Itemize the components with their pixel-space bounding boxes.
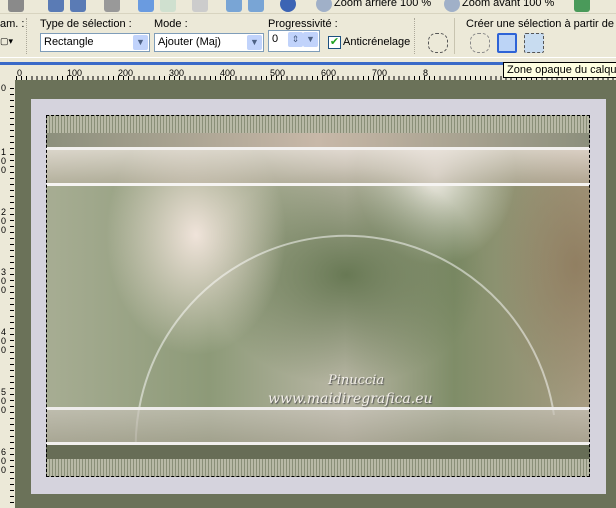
undo-icon[interactable] — [138, 0, 154, 12]
selection-from-mask-icon[interactable] — [470, 33, 490, 53]
ruler-label: 0 — [17, 68, 23, 78]
feather-value: 0 — [272, 33, 279, 45]
zoom-in-button[interactable]: Zoom avant 100 % — [462, 0, 554, 9]
feather-label: Progressivité : — [268, 18, 338, 30]
selection-from-opaque-icon[interactable] — [497, 33, 517, 53]
zoom-in-icon[interactable] — [444, 0, 460, 12]
ruler-label: 8 — [423, 68, 429, 78]
ruler-label: 3 0 0 — [1, 267, 7, 295]
mode-select[interactable]: Ajouter (Maj) ▼ — [154, 33, 264, 52]
antialias-checkbox[interactable]: ✔ — [328, 36, 341, 49]
image-icon[interactable] — [226, 0, 242, 12]
image-alt-icon[interactable] — [248, 0, 264, 12]
ruler-label: 500 — [270, 68, 286, 78]
select-all-icon[interactable] — [428, 33, 448, 53]
divider — [26, 18, 27, 54]
shape-dropdown[interactable]: ▢▾ — [0, 36, 13, 47]
ruler-label: 200 — [118, 68, 134, 78]
document-icon[interactable] — [192, 0, 208, 12]
ruler-label: 600 — [321, 68, 337, 78]
ruler-label: 100 — [67, 68, 83, 78]
info-icon[interactable] — [280, 0, 296, 12]
ruler-label: 300 — [169, 68, 185, 78]
divider — [454, 18, 455, 54]
divider — [414, 18, 415, 54]
redo-icon[interactable] — [160, 0, 176, 12]
selection-type-label: Type de sélection : — [40, 18, 132, 30]
tool-options-bar: am. : ▢▾ Type de sélection : Rectangle ▼ … — [0, 14, 616, 58]
ruler-label: 6 0 0 — [1, 447, 7, 475]
ruler-label: 0 — [1, 83, 7, 93]
chevron-down-icon: ▼ — [247, 35, 262, 50]
spin-icon[interactable]: ⇕ — [288, 32, 303, 47]
selection-type-value: Rectangle — [44, 36, 94, 48]
selection-marquee — [46, 115, 590, 477]
ruler-label: 2 0 0 — [1, 207, 7, 235]
mode-label: Mode : — [154, 18, 188, 30]
feather-stepper[interactable]: 0 ⇕ ▼ — [268, 30, 320, 52]
scanner-icon[interactable] — [8, 0, 24, 12]
ruler-label: 400 — [220, 68, 236, 78]
ruler-label: 4 0 0 — [1, 327, 7, 355]
zoom-out-button[interactable]: Zoom arrière 100 % — [334, 0, 431, 9]
save-as-icon[interactable] — [70, 0, 86, 12]
tooltip: Zone opaque du calque — [503, 62, 616, 78]
save-icon[interactable] — [48, 0, 64, 12]
chevron-down-icon[interactable]: ▼ — [303, 32, 318, 47]
ruler-label: 1 0 0 — [1, 147, 7, 175]
vertical-ruler: 0 1 0 0 2 0 0 3 0 0 4 0 0 5 0 0 6 0 0 — [0, 80, 15, 508]
zoom-out-icon[interactable] — [316, 0, 332, 12]
ruler-label: 700 — [372, 68, 388, 78]
antialias-label: Anticrénelage — [343, 36, 411, 48]
selection-from-layer-icon[interactable] — [524, 33, 544, 53]
main-toolbar: Zoom arrière 100 % Zoom avant 100 % — [0, 0, 616, 14]
chevron-down-icon: ▼ — [133, 35, 148, 50]
create-from-label: Créer une sélection à partir de : — [466, 18, 616, 30]
mode-value: Ajouter (Maj) — [158, 36, 221, 48]
print-icon[interactable] — [104, 0, 120, 12]
ruler-label: 5 0 0 — [1, 387, 7, 415]
selection-type-select[interactable]: Rectangle ▼ — [40, 33, 150, 52]
layer-icon[interactable] — [574, 0, 590, 12]
cut-label: am. : — [0, 18, 25, 30]
